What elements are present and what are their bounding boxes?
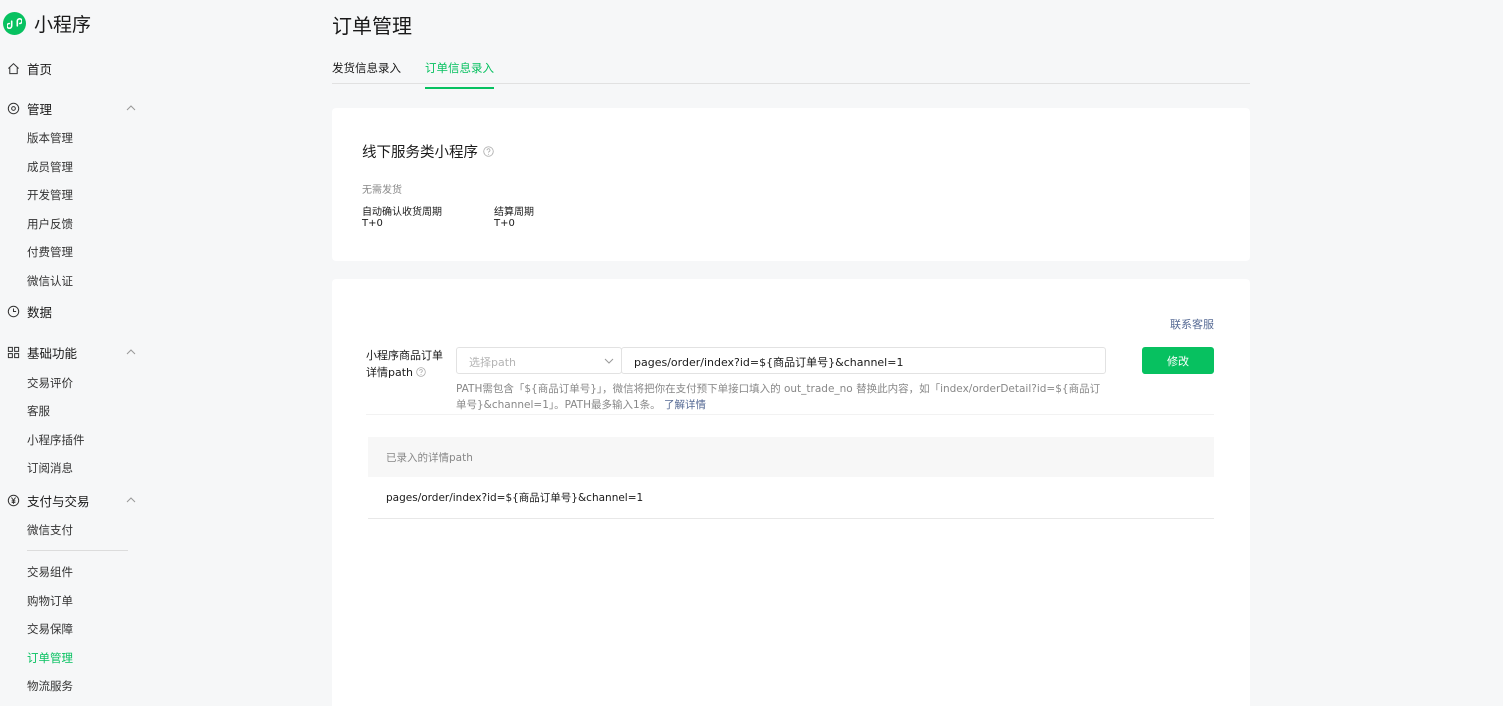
path-form-label: 小程序商品订单详情path <box>366 347 448 381</box>
path-hint-text: PATH需包含「${商品订单号}」，微信将把你在支付预下单接口填入的 out_t… <box>456 383 1101 411</box>
nav-basic[interactable]: 基础功能 <box>7 343 137 361</box>
nav-home[interactable]: 首页 <box>7 59 137 77</box>
app-logo[interactable]: 小程序 <box>3 10 91 37</box>
path-input[interactable]: pages/order/index?id=${商品订单号}&channel=1 <box>621 347 1106 374</box>
home-icon <box>7 62 20 75</box>
service-subtitle: 无需发货 <box>362 185 402 196</box>
chevron-up-icon[interactable] <box>125 346 137 358</box>
sidebar-item-trade-component[interactable]: 交易组件 <box>27 564 73 580</box>
path-hint: PATH需包含「${商品订单号}」，微信将把你在支付预下单接口填入的 out_t… <box>456 381 1106 413</box>
sidebar-item-billing[interactable]: 付费管理 <box>27 244 73 260</box>
nav-home-label: 首页 <box>27 61 53 77</box>
table-header: 已录入的详情path <box>368 437 1214 477</box>
settlement-value: T+0 <box>494 218 515 229</box>
path-form-row: 小程序商品订单详情path 选择path pages/order/index?i… <box>366 339 1214 415</box>
help-icon[interactable] <box>416 367 426 377</box>
sidebar-divider <box>27 550 128 551</box>
path-select[interactable]: 选择path <box>456 347 622 374</box>
sidebar-item-subscribe[interactable]: 订阅消息 <box>27 460 73 476</box>
learn-more-link[interactable]: 了解详情 <box>664 399 706 411</box>
tab-bar: 发货信息录入 订单信息录入 <box>332 55 1250 89</box>
help-icon[interactable] <box>483 146 494 157</box>
service-title: 线下服务类小程序 <box>362 141 494 162</box>
nav-data-label: 数据 <box>27 304 53 320</box>
tab-shipping-info[interactable]: 发货信息录入 <box>332 60 401 84</box>
clock-icon <box>7 305 20 318</box>
service-type-card: 线下服务类小程序 无需发货 自动确认收货周期 T+0 结算周期 T+0 <box>332 108 1250 261</box>
settlement-label: 结算周期 <box>494 207 534 218</box>
sidebar-item-feedback[interactable]: 用户反馈 <box>27 216 73 232</box>
chevron-up-icon[interactable] <box>125 494 137 506</box>
chevron-down-icon <box>604 358 614 364</box>
service-title-text: 线下服务类小程序 <box>362 145 478 161</box>
sidebar-item-logistics[interactable]: 物流服务 <box>27 678 73 694</box>
app-title: 小程序 <box>34 14 92 36</box>
sidebar-item-order-management[interactable]: 订单管理 <box>27 650 73 666</box>
nav-pay[interactable]: 支付与交易 <box>7 491 137 509</box>
yen-icon <box>7 494 20 507</box>
table-row: pages/order/index?id=${商品订单号}&channel=1 <box>368 477 1214 519</box>
edit-button[interactable]: 修改 <box>1142 347 1214 374</box>
contact-service-link[interactable]: 联系客服 <box>1170 316 1214 332</box>
sidebar-item-shopping-orders[interactable]: 购物订单 <box>27 593 73 609</box>
tab-order-info[interactable]: 订单信息录入 <box>425 60 494 89</box>
auto-confirm-value: T+0 <box>362 218 383 229</box>
sidebar-item-plugins[interactable]: 小程序插件 <box>27 432 85 448</box>
sidebar-item-reviews[interactable]: 交易评价 <box>27 375 73 391</box>
grid-icon <box>7 346 20 359</box>
path-form-label-text: 小程序商品订单详情path <box>366 349 443 379</box>
nav-manage-label: 管理 <box>27 101 53 117</box>
sidebar-item-dev[interactable]: 开发管理 <box>27 187 73 203</box>
sidebar: 小程序 首页 管理 版本管理 成员管理 开发管理 用户反馈 付费管理 微信认证 … <box>0 0 160 706</box>
nav-basic-label: 基础功能 <box>27 345 78 361</box>
sidebar-item-service[interactable]: 客服 <box>27 403 50 419</box>
sidebar-item-wechatpay[interactable]: 微信支付 <box>27 522 73 538</box>
nav-manage[interactable]: 管理 <box>7 99 137 117</box>
sidebar-item-members[interactable]: 成员管理 <box>27 159 73 175</box>
nav-data[interactable]: 数据 <box>7 302 137 320</box>
miniprogram-logo-icon <box>3 12 26 35</box>
auto-confirm-label: 自动确认收货周期 <box>362 207 442 218</box>
chevron-up-icon[interactable] <box>125 102 137 114</box>
saved-paths-table: 已录入的详情path pages/order/index?id=${商品订单号}… <box>368 437 1214 519</box>
settings-icon <box>7 102 20 115</box>
path-config-card: 联系客服 小程序商品订单详情path 选择path pages/order/in… <box>332 279 1250 706</box>
sidebar-item-version[interactable]: 版本管理 <box>27 130 73 146</box>
page-title: 订单管理 <box>332 14 412 38</box>
path-select-placeholder: 选择path <box>469 356 517 369</box>
sidebar-item-verify[interactable]: 微信认证 <box>27 273 73 289</box>
nav-pay-label: 支付与交易 <box>27 493 90 509</box>
sidebar-item-trade-guarantee[interactable]: 交易保障 <box>27 621 73 637</box>
